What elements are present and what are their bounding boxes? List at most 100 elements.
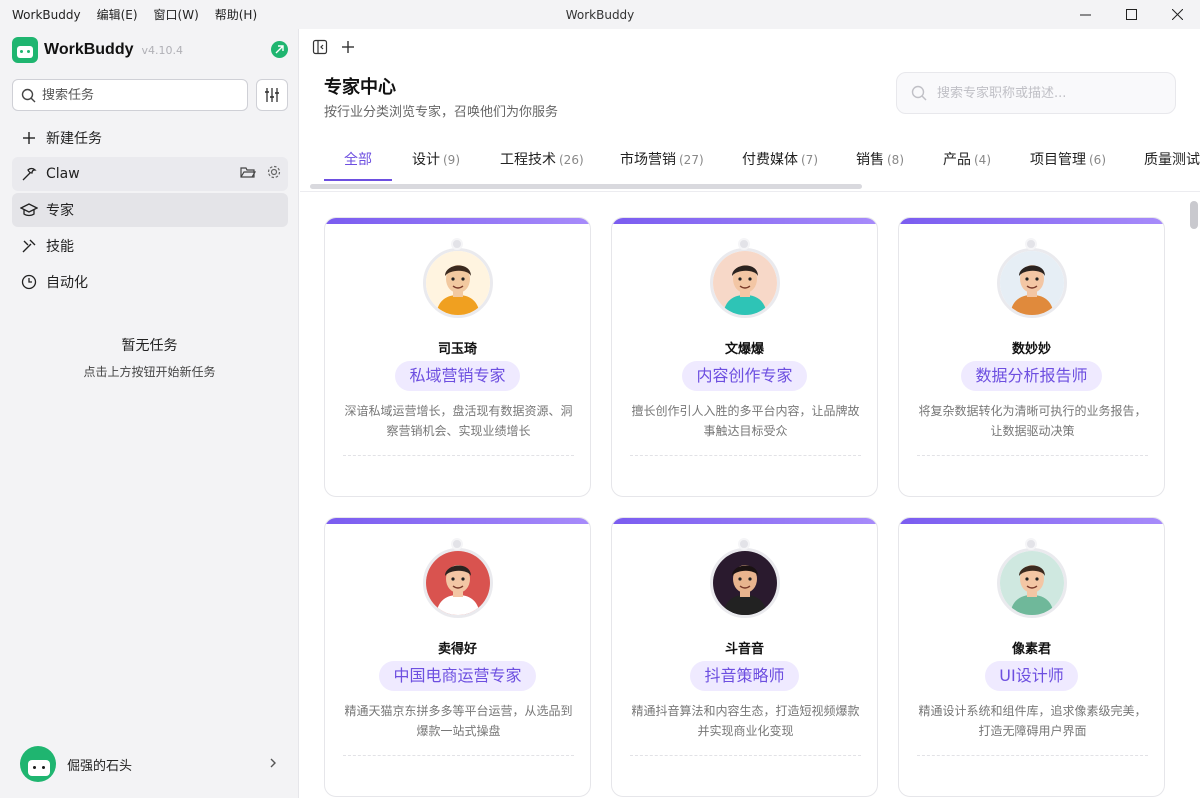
card-divider bbox=[917, 455, 1148, 456]
expert-portrait-icon bbox=[426, 251, 490, 315]
maximize-button[interactable] bbox=[1108, 0, 1154, 29]
main-toolbar bbox=[312, 39, 356, 55]
menu-bar: WorkBuddy 编辑(E) 窗口(W) 帮助(H) bbox=[0, 6, 257, 23]
expert-role: 内容创作专家 bbox=[612, 361, 877, 391]
close-button[interactable] bbox=[1154, 0, 1200, 29]
expert-portrait-icon bbox=[1000, 251, 1064, 315]
card-pin bbox=[451, 238, 463, 250]
sidebar-item-skills[interactable]: 技能 bbox=[12, 229, 288, 263]
sidebar: WorkBuddy v4.10.4 新建任务 Claw 专家 bbox=[0, 29, 299, 798]
tab-label: 质量测试 bbox=[1144, 152, 1200, 168]
expert-card[interactable]: 斗音音 抖音策略师 精通抖音算法和内容生态，打造短视频爆款并实现商业化变现 bbox=[611, 517, 878, 797]
expert-avatar bbox=[997, 548, 1067, 618]
tab-quality-testing[interactable]: 质量测试 bbox=[1144, 149, 1200, 169]
card-accent-bar bbox=[612, 218, 877, 224]
expert-description: 精通抖音算法和内容生态，打造短视频爆款并实现商业化变现 bbox=[631, 704, 860, 738]
tab-label: 设计 bbox=[412, 152, 440, 168]
expert-card[interactable]: 数妙妙 数据分析报告师 将复杂数据转化为清晰可执行的业务报告，让数据驱动决策 bbox=[898, 217, 1165, 497]
task-search-input[interactable] bbox=[42, 87, 232, 103]
tab-design[interactable]: 设计 (9) bbox=[412, 149, 460, 169]
expert-name: 卖得好 bbox=[437, 642, 477, 657]
minimize-icon bbox=[1079, 14, 1091, 16]
expert-description: 深谙私域运营增长，盘活现有数据资源、洞察营销机会、实现业绩增长 bbox=[344, 404, 573, 438]
expert-card[interactable]: 像素君 UI设计师 精通设计系统和组件库，追求像素级完美，打造无障碍用户界面 bbox=[898, 517, 1165, 797]
menu-help[interactable]: 帮助(H) bbox=[215, 6, 257, 23]
expert-role-badge: 抖音策略师 bbox=[690, 661, 799, 691]
expert-portrait-icon bbox=[713, 551, 777, 615]
tab-label: 全部 bbox=[344, 152, 372, 168]
claw-actions bbox=[240, 164, 282, 180]
gear-icon[interactable] bbox=[266, 164, 282, 180]
card-pin bbox=[738, 538, 750, 550]
sidebar-item-claw[interactable]: Claw bbox=[12, 157, 288, 191]
tab-all[interactable]: 全部 bbox=[344, 149, 372, 169]
expert-role: 数据分析报告师 bbox=[899, 361, 1164, 391]
tab-engineering[interactable]: 工程技术 (26) bbox=[500, 149, 584, 169]
expert-role: 中国电商运营专家 bbox=[325, 661, 590, 691]
task-search[interactable] bbox=[12, 79, 248, 111]
expert-search[interactable] bbox=[896, 72, 1176, 114]
toggle-sidebar-icon[interactable] bbox=[312, 39, 328, 55]
expert-card[interactable]: 司玉琦 私域营销专家 深谙私域运营增长，盘活现有数据资源、洞察营销机会、实现业绩… bbox=[324, 217, 591, 497]
card-accent-bar bbox=[899, 218, 1164, 224]
expert-avatar bbox=[423, 248, 493, 318]
menu-workbuddy[interactable]: WorkBuddy bbox=[12, 8, 81, 22]
card-divider bbox=[343, 755, 574, 756]
tab-label: 工程技术 bbox=[500, 152, 556, 168]
page-title: 专家中心 bbox=[324, 77, 396, 98]
tabs-divider bbox=[300, 191, 1200, 192]
main-panel: 专家中心 按行业分类浏览专家，召唤他们为你服务 全部 设计(9) 工程技术(26… bbox=[300, 29, 1200, 798]
tab-label: 产品 bbox=[943, 152, 971, 168]
expert-card[interactable]: 卖得好 中国电商运营专家 精通天猫京东拼多多等平台运营，从选品到爆款一站式操盘 bbox=[324, 517, 591, 797]
card-accent-bar bbox=[899, 518, 1164, 524]
expert-name: 斗音音 bbox=[724, 642, 764, 657]
sidebar-item-label: 专家 bbox=[46, 203, 74, 219]
user-profile[interactable]: 倔强的石头 bbox=[20, 746, 288, 782]
tab-paid-media[interactable]: 付费媒体 (7) bbox=[742, 149, 818, 169]
menu-edit[interactable]: 编辑(E) bbox=[97, 6, 138, 23]
tab-marketing[interactable]: 市场营销 (27) bbox=[620, 149, 704, 169]
tab-label: 销售 bbox=[856, 152, 884, 168]
expert-search-input[interactable] bbox=[937, 85, 1157, 101]
connection-status-icon[interactable] bbox=[271, 41, 288, 58]
tabs-scrollbar[interactable] bbox=[310, 184, 862, 189]
card-accent-bar bbox=[612, 518, 877, 524]
card-divider bbox=[630, 455, 861, 456]
workbuddy-logo-icon bbox=[12, 37, 38, 63]
card-pin bbox=[1025, 538, 1037, 550]
card-accent-bar bbox=[325, 518, 590, 524]
menu-window[interactable]: 窗口(W) bbox=[154, 6, 199, 23]
new-tab-plus-icon[interactable] bbox=[340, 39, 356, 55]
expert-description: 擅长创作引人入胜的多平台内容，让品牌故事触达目标受众 bbox=[631, 404, 860, 438]
expert-avatar bbox=[710, 548, 780, 618]
expert-card[interactable]: 文爆爆 内容创作专家 擅长创作引人入胜的多平台内容，让品牌故事触达目标受众 bbox=[611, 217, 878, 497]
clock-icon bbox=[20, 273, 38, 291]
avatar bbox=[20, 746, 56, 782]
filter-button[interactable] bbox=[256, 79, 288, 111]
brand-name: WorkBuddy bbox=[44, 41, 134, 58]
folder-open-icon[interactable] bbox=[240, 164, 256, 180]
user-name: 倔强的石头 bbox=[67, 758, 133, 774]
tab-project-management[interactable]: 项目管理 (6) bbox=[1030, 149, 1106, 169]
main-scrollbar[interactable] bbox=[1190, 201, 1198, 229]
card-divider bbox=[343, 455, 574, 456]
card-pin bbox=[1025, 238, 1037, 250]
sidebar-item-automation[interactable]: 自动化 bbox=[12, 265, 288, 299]
sidebar-nav: 新建任务 Claw 专家 技能 自动化 bbox=[12, 121, 288, 301]
sidebar-item-experts[interactable]: 专家 bbox=[12, 193, 288, 227]
sliders-icon bbox=[265, 88, 279, 102]
tab-label: 项目管理 bbox=[1030, 152, 1086, 168]
tab-count: (7) bbox=[801, 153, 818, 167]
category-tabs: 全部 设计 (9) 工程技术 (26) 市场营销 (27) 付费媒体 (7) 销售 (8)… bbox=[324, 141, 1200, 181]
tab-product[interactable]: 产品 (4) bbox=[943, 149, 991, 169]
chevron-right-icon bbox=[270, 758, 276, 768]
tab-sales[interactable]: 销售 (8) bbox=[856, 149, 904, 169]
expert-name: 文爆爆 bbox=[724, 342, 764, 357]
minimize-button[interactable] bbox=[1062, 0, 1108, 29]
expert-role-badge: 中国电商运营专家 bbox=[379, 661, 536, 691]
expert-avatar bbox=[423, 548, 493, 618]
expert-description: 精通设计系统和组件库，追求像素级完美，打造无障碍用户界面 bbox=[918, 704, 1147, 738]
expert-description: 精通天猫京东拼多多等平台运营，从选品到爆款一站式操盘 bbox=[344, 704, 573, 738]
sidebar-item-new-task[interactable]: 新建任务 bbox=[12, 121, 288, 155]
graduation-cap-icon bbox=[20, 201, 38, 219]
